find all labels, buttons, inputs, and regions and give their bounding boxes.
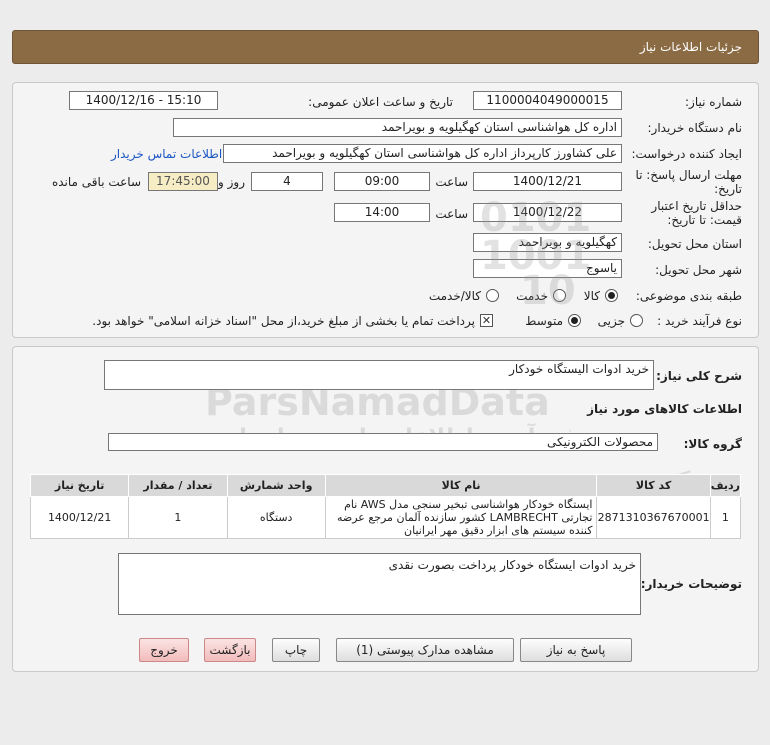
cell-date: 1400/12/21 (29, 496, 130, 539)
category-radio-goods[interactable] (605, 289, 618, 302)
exit-button[interactable]: خروج (139, 638, 189, 662)
process-option-minor: جزیی (597, 314, 625, 328)
reply-time-field[interactable]: 09:00 (334, 172, 430, 191)
col-row: ردیف (709, 474, 742, 497)
announce-label: تاریخ و ساعت اعلان عمومی: (308, 95, 453, 109)
col-date: تاریخ نیاز (29, 474, 130, 497)
remaining-label: ساعت باقی مانده (51, 175, 141, 189)
need-number-field[interactable]: 1100004049000015 (473, 91, 622, 110)
cell-code: 2871310367670001 (596, 496, 711, 539)
creator-field[interactable]: علی کشاورز کارپرداز اداره کل هواشناسی اس… (223, 144, 622, 163)
reply-button[interactable]: پاسخ به نیاز (520, 638, 632, 662)
treasury-checkbox[interactable]: ✕ (480, 314, 493, 327)
page-header: جزئیات اطلاعات نیاز (12, 30, 759, 64)
process-label: نوع فرآیند خرید : (657, 314, 742, 328)
payment-note: پرداخت تمام یا بخشی از مبلغ خرید،از محل … (92, 314, 475, 328)
process-radio-minor[interactable] (630, 314, 643, 327)
buyer-org-field[interactable]: اداره کل هواشناسی استان کهگیلویه و بویرا… (173, 118, 622, 137)
table-row[interactable]: 1 2871310367670001 ایستگاه خودکار هواشنا… (29, 496, 742, 539)
col-name: نام کالا (324, 474, 598, 497)
days-label: روز و (218, 175, 245, 189)
print-button[interactable]: چاپ (272, 638, 320, 662)
category-radio-both[interactable] (486, 289, 499, 302)
remaining-time-field: 17:45:00 (148, 172, 218, 191)
validity-time-field[interactable]: 14:00 (334, 203, 430, 222)
summary-label: شرح کلی نیاز: (656, 369, 742, 383)
province-field[interactable]: کهگیلویه و بویراحمد (473, 233, 622, 252)
col-code: کد کالا (596, 474, 711, 497)
reply-date-field[interactable]: 1400/12/21 (473, 172, 622, 191)
summary-field[interactable]: خرید ادوات الیستگاه خودکار (104, 360, 654, 390)
cell-name: ایستگاه خودکار هواشناسی تبخیر سنجی مدل A… (324, 496, 598, 539)
back-button[interactable]: بازگشت (204, 638, 256, 662)
category-radio-service[interactable] (553, 289, 566, 302)
process-radio-medium[interactable] (568, 314, 581, 327)
buyer-org-label: نام دستگاه خریدار: (647, 121, 743, 135)
category-option-service: خدمت (516, 289, 548, 303)
category-label: طبقه بندی موضوعی: (635, 289, 742, 303)
buyer-notes-label: توضیحات خریدار: (640, 577, 742, 591)
buyer-notes-field[interactable]: خرید ادوات ایستگاه خودکار پرداخت بصورت ن… (118, 553, 641, 615)
goods-group-label: گروه کالا: (683, 437, 742, 451)
table-header-row: ردیف کد کالا نام کالا واحد شمارش تعداد /… (29, 474, 742, 497)
col-qty: تعداد / مقدار (128, 474, 228, 497)
validity-date-field[interactable]: 1400/12/22 (473, 203, 622, 222)
goods-info-title: اطلاعات کالاهای مورد نیاز (587, 402, 742, 416)
reply-deadline-label: مهلت ارسال پاسخ: تا تاریخ: (635, 168, 742, 196)
buyer-contact-link[interactable]: اطلاعات تماس خریدار (111, 147, 222, 161)
category-option-both: کالا/خدمت (428, 289, 481, 303)
page-title: جزئیات اطلاعات نیاز (639, 40, 742, 54)
city-label: شهر محل تحویل: (655, 263, 742, 277)
validity-time-label: ساعت (435, 207, 468, 221)
province-label: استان محل تحویل: (647, 237, 742, 251)
need-number-label: شماره نیاز: (685, 95, 742, 109)
process-option-medium: متوسط (525, 314, 563, 328)
reply-time-label: ساعت (435, 175, 468, 189)
days-field[interactable]: 4 (251, 172, 323, 191)
city-field[interactable]: یاسوج (473, 259, 622, 278)
cell-row: 1 (709, 496, 742, 539)
col-unit: واحد شمارش (226, 474, 326, 497)
category-option-goods: کالا (583, 289, 600, 303)
cell-unit: دستگاه (226, 496, 326, 539)
creator-label: ایجاد کننده درخواست: (631, 147, 742, 161)
attachments-button[interactable]: مشاهده مدارک پیوستی (1) (336, 638, 514, 662)
goods-group-field[interactable]: محصولات الکترونیکی (108, 433, 658, 451)
items-table: ردیف کد کالا نام کالا واحد شمارش تعداد /… (29, 474, 742, 539)
validity-label: حداقل تاریخ اعتبار قیمت: تا تاریخ: (651, 199, 742, 227)
cell-qty: 1 (128, 496, 228, 539)
announce-field[interactable]: 1400/12/16 - 15:10 (69, 91, 218, 110)
